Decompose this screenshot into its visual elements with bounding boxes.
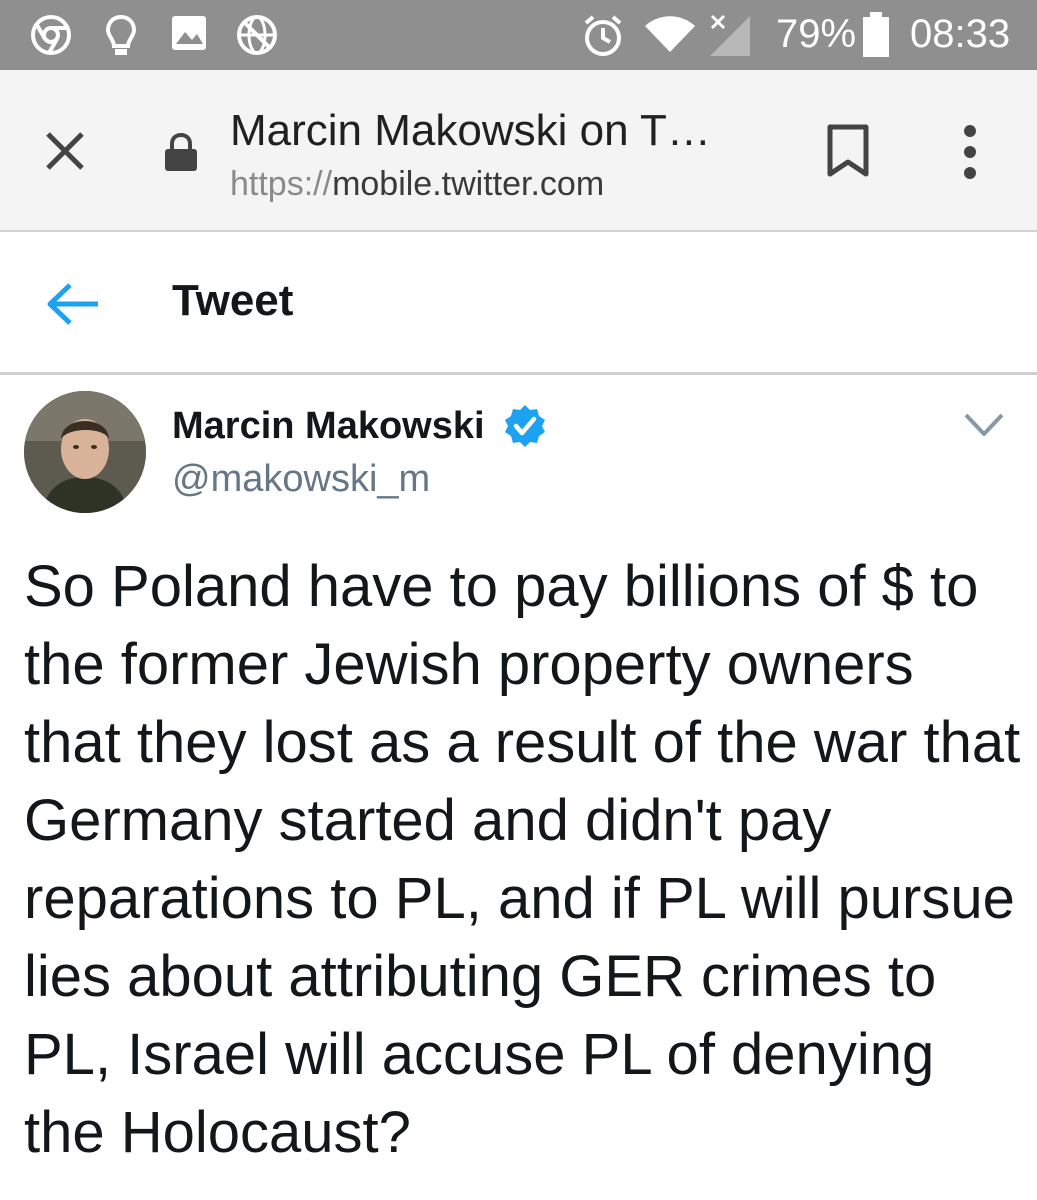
browser-toolbar: Marcin Makowski on T… https://mobile.twi… [0,70,1037,232]
url-host: mobile.twitter.com [332,165,605,203]
verified-badge-icon [502,403,548,454]
url-scheme: https:// [230,165,333,203]
no-signal-icon [708,14,752,63]
clock: 08:33 [910,12,1011,56]
author-handle[interactable]: @makowski_m [172,458,430,501]
tweet-text: So Poland have to pay billions of $ to t… [24,554,1021,1165]
chrome-icon [30,14,72,61]
url-display[interactable]: https://mobile.twitter.com [230,165,604,204]
alarm-icon [582,14,624,63]
lock-icon[interactable] [163,132,199,178]
avatar[interactable] [24,391,146,513]
chevron-down-icon[interactable] [962,410,1006,445]
back-arrow-icon[interactable] [46,282,102,331]
bookmark-icon[interactable] [826,124,870,183]
author-name[interactable]: Marcin Makowski [172,405,485,448]
wifi-icon [643,14,697,59]
close-tab-icon[interactable] [42,128,88,179]
vpn-globe-icon [236,14,278,61]
battery-icon [862,12,890,63]
tweet-header: Tweet [0,232,1037,375]
more-options-icon[interactable] [958,124,982,185]
image-icon [170,14,208,57]
page-title[interactable]: Marcin Makowski on T… [230,106,711,156]
status-bar: 79% 08:33 [0,0,1037,70]
page-heading: Tweet [172,276,294,325]
battery-percent: 79% [776,12,857,56]
lightbulb-icon [105,14,137,63]
